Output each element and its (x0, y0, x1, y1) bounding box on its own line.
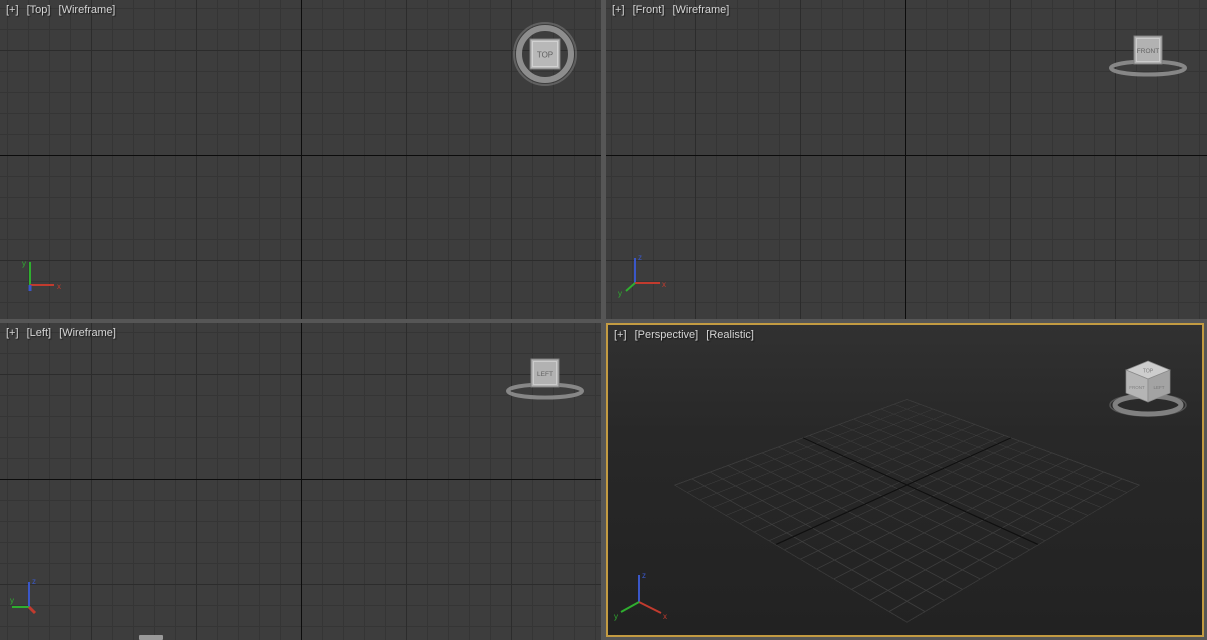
shading-menu[interactable]: [Wireframe] (672, 4, 729, 16)
viewport-left[interactable]: [+] [Left] [Wireframe] LEFT z y (0, 323, 601, 640)
axis-z-label: z (638, 253, 642, 262)
point-of-view-menu[interactable]: [Top] (27, 4, 51, 16)
grid-z-axis (905, 0, 906, 319)
general-viewport-menu[interactable]: [+] (6, 4, 19, 16)
axis-z-label: z (32, 577, 36, 586)
viewport-top[interactable]: [+] [Top] [Wireframe] TOP y x (0, 0, 601, 319)
point-of-view-menu[interactable]: [Perspective] (635, 329, 699, 341)
grid-z-axis (301, 323, 302, 640)
viewcube-top-icon[interactable]: TOP (510, 19, 580, 89)
general-viewport-menu[interactable]: [+] (614, 329, 627, 341)
axis-y-label: y (618, 289, 622, 298)
grid-x-axis (802, 438, 1038, 545)
viewport-menu-bar: [+] [Left] [Wireframe] (6, 327, 121, 339)
axis-z-label: z (642, 571, 646, 580)
general-viewport-menu[interactable]: [+] (612, 4, 625, 16)
point-of-view-menu[interactable]: [Front] (633, 4, 665, 16)
viewcube-face-label: LEFT (537, 371, 553, 378)
axis-tripod: y x (8, 252, 64, 296)
axis-tripod: z y (8, 570, 64, 622)
bottom-ui-fragment (139, 635, 163, 640)
viewcube-left-icon[interactable]: LEFT (503, 351, 587, 401)
viewport-front[interactable]: [+] [Front] [Wireframe] FRONT z x y (606, 0, 1207, 319)
axis-tripod: z x y (614, 246, 670, 298)
viewcube-face-label: TOP (537, 51, 553, 60)
viewcube-3d-icon[interactable]: TOP FRONT LEFT (1106, 354, 1190, 420)
axis-y-label: y (10, 596, 14, 605)
viewport-menu-bar: [+] [Perspective] [Realistic] (614, 329, 759, 341)
general-viewport-menu[interactable]: [+] (6, 327, 19, 339)
axis-x-label: x (663, 612, 667, 621)
grid-y-axis (301, 0, 302, 319)
axis-x-label: x (57, 282, 61, 291)
viewcube-left-face-label: LEFT (1153, 385, 1164, 390)
shading-menu[interactable]: [Wireframe] (59, 327, 116, 339)
home-grid-plane (674, 399, 1141, 623)
viewport-menu-bar: [+] [Front] [Wireframe] (612, 4, 734, 16)
shading-menu[interactable]: [Wireframe] (59, 4, 116, 16)
viewcube-front-icon[interactable]: FRONT (1106, 28, 1190, 78)
viewcube-front-face-label: FRONT (1129, 385, 1145, 390)
viewport-menu-bar: [+] [Top] [Wireframe] (6, 4, 120, 16)
viewcube-top-face-label: TOP (1143, 369, 1154, 375)
viewport-layout: [+] [Top] [Wireframe] TOP y x [+] [Front… (0, 0, 1207, 640)
shading-menu[interactable]: [Realistic] (706, 329, 754, 341)
viewport-perspective-active[interactable]: [+] [Perspective] [Realistic] TOP FRONT … (606, 323, 1204, 637)
point-of-view-menu[interactable]: [Left] (27, 327, 51, 339)
axis-x-label: x (662, 280, 666, 289)
axis-y-label: y (22, 259, 26, 268)
grid-y-axis (775, 438, 1011, 545)
grid-x-axis (606, 155, 1207, 156)
viewcube-face-label: FRONT (1137, 48, 1159, 55)
axis-y-label: y (614, 612, 618, 621)
axis-tripod: z x y (612, 565, 674, 621)
